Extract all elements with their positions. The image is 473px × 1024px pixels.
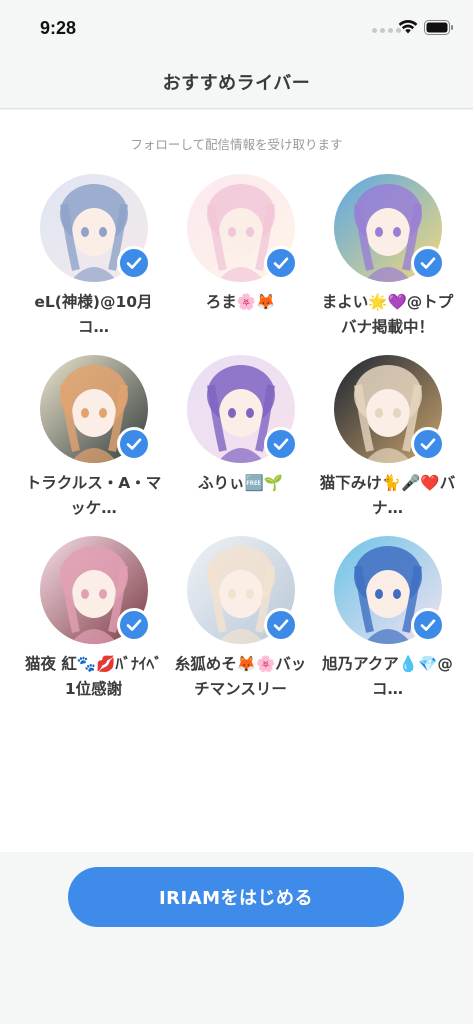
check-icon[interactable] (263, 608, 298, 642)
liver-card[interactable]: ふりぃ🆓🌱 (167, 353, 314, 534)
start-iriam-button[interactable]: IRIAMをはじめる (68, 867, 404, 927)
avatar-container (39, 355, 151, 463)
liver-grid: eL(神様)@10月コ… ろま🌸🦊 まよい🌟💜@トプバナ掲載中！ トラクルス・A・マッ… (20, 172, 460, 715)
check-icon[interactable] (410, 608, 445, 642)
status-time: 9:28 (40, 18, 77, 38)
liver-card[interactable]: 旭乃アクア💧💎@コ… (314, 534, 461, 715)
check-icon[interactable] (410, 246, 445, 280)
check-icon[interactable] (263, 246, 298, 280)
check-icon[interactable] (116, 608, 151, 642)
liver-card[interactable]: 猫夜 紅🐾💋ﾊﾞﾅｲﾍﾞ1位感謝 (20, 534, 167, 715)
avatar-container (39, 536, 151, 644)
follow-subtitle: フォローして配信情報を受け取ります (130, 137, 343, 152)
avatar-container (333, 174, 445, 282)
check-icon[interactable] (263, 427, 298, 461)
liver-name: ろま🌸🦊 (205, 293, 276, 311)
check-icon[interactable] (116, 427, 151, 461)
liver-card[interactable]: まよい🌟💜@トプバナ掲載中！ (314, 172, 461, 353)
liver-name: ふりぃ🆓🌱 (197, 474, 284, 492)
check-icon[interactable] (410, 427, 445, 461)
liver-card[interactable]: 糸狐めそ🦊🌸バッチマンスリー (167, 534, 314, 715)
signal-dots-icon (372, 28, 401, 33)
liver-name: 旭乃アクア💧💎@コ… (322, 655, 453, 698)
wifi-icon (398, 20, 418, 34)
liver-name: eL(神様)@10月コ… (34, 293, 153, 336)
liver-card[interactable]: 猫下みけ🐈🎤❤️バナ… (314, 353, 461, 534)
avatar-container (333, 536, 445, 644)
battery-icon (424, 20, 453, 35)
avatar-container (333, 355, 445, 463)
avatar-container (186, 536, 298, 644)
footer: IRIAMをはじめる (0, 852, 473, 1024)
liver-name: 猫夜 紅🐾💋ﾊﾞﾅｲﾍﾞ1位感謝 (25, 655, 162, 698)
status-bar: 9:28 (0, 0, 473, 56)
recommended-livers-panel: フォローして配信情報を受け取ります eL(神様)@10月コ… ろま🌸🦊 まよい🌟💜@… (0, 110, 473, 852)
check-icon[interactable] (116, 246, 151, 280)
liver-name: 猫下みけ🐈🎤❤️バナ… (319, 474, 456, 517)
liver-name: まよい🌟💜@トプバナ掲載中！ (321, 293, 454, 336)
navigation-bar: おすすめライバー (0, 56, 473, 109)
liver-card[interactable]: トラクルス・A・マッケ… (20, 353, 167, 534)
liver-name: 糸狐めそ🦊🌸バッチマンスリー (174, 655, 307, 698)
liver-card[interactable]: eL(神様)@10月コ… (20, 172, 167, 353)
avatar-container (186, 174, 298, 282)
page-title: おすすめライバー (162, 73, 311, 94)
liver-card[interactable]: ろま🌸🦊 (167, 172, 314, 353)
liver-name: トラクルス・A・マッケ… (25, 474, 162, 517)
avatar-container (39, 174, 151, 282)
avatar-container (186, 355, 298, 463)
